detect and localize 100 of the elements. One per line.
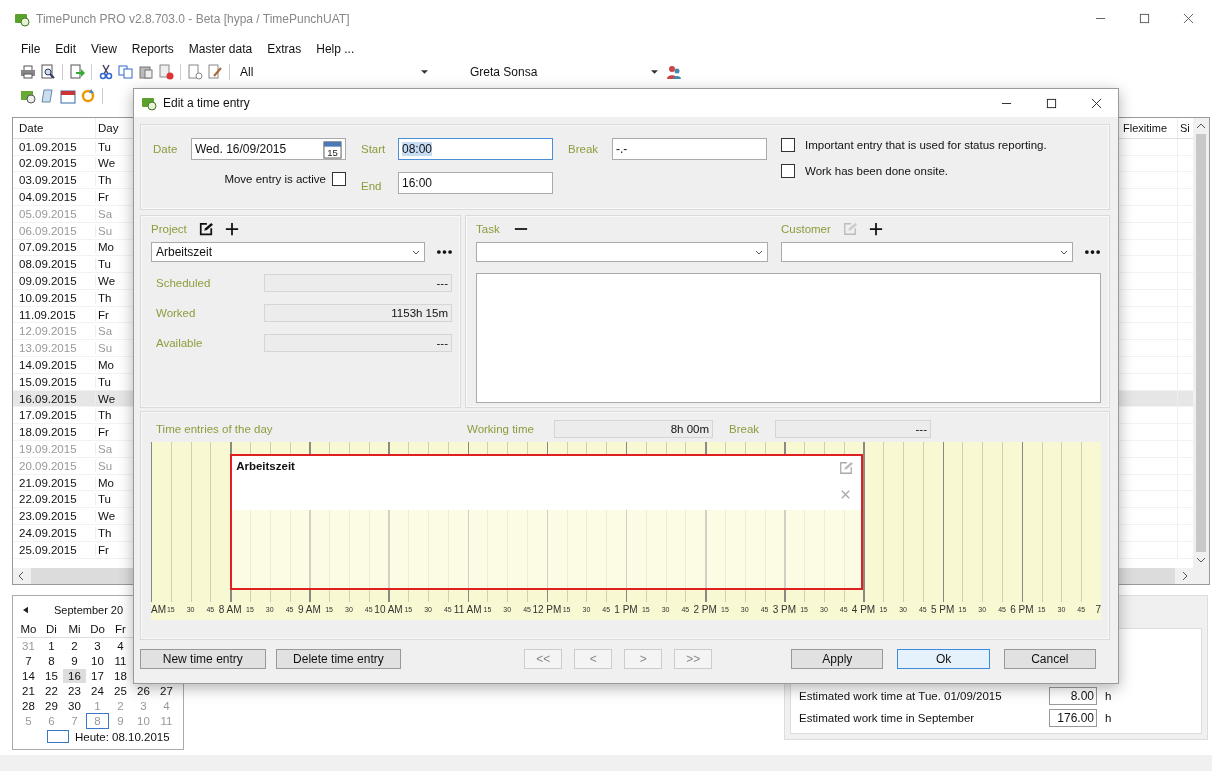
calendar-day[interactable]: 8: [40, 653, 63, 668]
calendar-day[interactable]: 3: [86, 638, 109, 653]
menu-item[interactable]: Extras: [267, 41, 302, 56]
printer-icon[interactable]: [20, 63, 36, 80]
start-time-field[interactable]: 08:00: [398, 138, 553, 160]
edit-icon[interactable]: [198, 222, 213, 236]
column-header[interactable]: Date: [13, 117, 95, 138]
end-time-field[interactable]: 16:00: [398, 172, 553, 194]
notes-field[interactable]: [476, 273, 1101, 403]
calendar-day[interactable]: 10: [86, 653, 109, 668]
today-link[interactable]: Heute: 08.10.2015: [75, 730, 170, 743]
calendar-day[interactable]: 2: [63, 638, 86, 653]
app-icon: [141, 95, 157, 111]
calendar-day[interactable]: 30: [63, 698, 86, 713]
close-icon[interactable]: [1091, 97, 1102, 109]
calendar-day[interactable]: 16: [63, 668, 86, 683]
close-icon[interactable]: [1183, 13, 1194, 25]
table-cell-text: 14.09.2015: [18, 358, 78, 371]
people-icon[interactable]: [666, 63, 682, 80]
dropdown-arrow-icon[interactable]: [421, 69, 428, 74]
break-field[interactable]: -.-: [612, 138, 767, 160]
calendar-day[interactable]: 24: [86, 683, 109, 698]
calendar-day[interactable]: 25: [109, 683, 132, 698]
refresh-icon[interactable]: [80, 87, 96, 104]
cut-icon[interactable]: [98, 63, 114, 80]
chevron-down-icon[interactable]: [1060, 249, 1068, 255]
menu-item[interactable]: Reports: [131, 41, 174, 56]
action-button[interactable]: New time entry: [140, 649, 266, 669]
dropdown-arrow-icon[interactable]: [651, 69, 658, 74]
export-icon[interactable]: [69, 63, 85, 80]
menu-item[interactable]: Master data: [188, 41, 253, 56]
today-marker-icon: [47, 730, 69, 744]
paste-icon[interactable]: [138, 63, 154, 80]
print-preview-icon[interactable]: [40, 63, 56, 80]
table-cell-text: 10.09.2015: [18, 291, 78, 304]
more-icon[interactable]: [1085, 250, 1100, 254]
calendar-day[interactable]: 11: [109, 653, 132, 668]
weekday-label: Di: [45, 623, 58, 636]
calendar-day[interactable]: 14: [17, 668, 40, 683]
calendar-day[interactable]: 21: [17, 683, 40, 698]
axis-label: AM: [151, 604, 166, 615]
calendar-day[interactable]: 15: [40, 668, 63, 683]
calendar-day[interactable]: 18: [109, 668, 132, 683]
document-icon[interactable]: [187, 63, 203, 80]
note-icon[interactable]: [40, 87, 56, 104]
scroll-left-icon[interactable]: [17, 572, 25, 581]
calendar-day[interactable]: 7: [17, 653, 40, 668]
checkbox[interactable]: [332, 172, 346, 186]
action-button[interactable]: Delete time entry: [275, 649, 402, 669]
weekday-label: Fr: [114, 623, 127, 636]
calendar-day[interactable]: 29: [40, 698, 63, 713]
menu-item[interactable]: Edit: [55, 41, 77, 56]
filter-dropdown[interactable]: All: [236, 62, 432, 81]
calendar-day[interactable]: 4: [109, 638, 132, 653]
stat-field: ---: [264, 334, 452, 352]
menu-item[interactable]: File: [21, 41, 41, 56]
maximize-icon[interactable]: [1046, 97, 1057, 109]
calendar-icon[interactable]: [60, 87, 76, 104]
plus-icon[interactable]: [224, 222, 239, 236]
stat-field: ---: [264, 274, 452, 292]
calendar-day[interactable]: 22: [40, 683, 63, 698]
more-icon[interactable]: [437, 250, 452, 254]
calendar-day[interactable]: 27: [155, 683, 178, 698]
table-cell-text: 22.09.2015: [18, 493, 78, 506]
estimate-field[interactable]: 176.00: [1049, 709, 1097, 728]
employee-dropdown[interactable]: Greta Sonsa: [466, 62, 662, 81]
calendar-day[interactable]: 17: [86, 668, 109, 683]
plus-icon[interactable]: [868, 222, 883, 236]
scroll-down-icon[interactable]: [1197, 556, 1205, 565]
estimate-field[interactable]: 8.00: [1049, 687, 1097, 706]
edit-document-icon[interactable]: [207, 63, 223, 80]
menu-item[interactable]: View: [91, 41, 117, 56]
calendar-day[interactable]: 23: [63, 683, 86, 698]
calendar-icon[interactable]: 15: [323, 139, 342, 159]
vertical-scrollbar[interactable]: [1193, 117, 1209, 585]
chevron-down-icon[interactable]: [412, 249, 421, 255]
date-field[interactable]: Wed. 16/09/2015 15: [191, 138, 346, 160]
dialog-button[interactable]: Ok: [897, 649, 990, 669]
dialog-button[interactable]: Cancel: [1003, 649, 1096, 669]
calendar-day[interactable]: 9: [63, 653, 86, 668]
calendar-day[interactable]: 28: [17, 698, 40, 713]
project-dropdown[interactable]: Arbeitszeit: [151, 242, 426, 262]
table-cell-text: 11.09.2015: [18, 308, 77, 321]
table-cell-text: 09.09.2015: [18, 275, 78, 287]
axis-label: 3 PM: [772, 604, 796, 615]
checkbox[interactable]: [781, 164, 795, 178]
chevron-down-icon[interactable]: [755, 249, 763, 255]
menu-item[interactable]: Help ...: [316, 41, 355, 56]
previous-month-icon[interactable]: [23, 606, 28, 615]
scroll-up-icon[interactable]: [1197, 121, 1205, 130]
field-label: Start: [361, 143, 387, 155]
delete-document-icon[interactable]: [158, 63, 174, 80]
calendar-day[interactable]: 26: [132, 683, 155, 698]
calendar-day[interactable]: 1: [40, 638, 63, 653]
scroll-right-icon[interactable]: [1181, 572, 1189, 581]
table-cell-text: 05.09.2015: [18, 207, 78, 220]
checkbox[interactable]: [781, 138, 795, 152]
table-cell-text: 18.09.2015: [18, 426, 78, 439]
maximize-icon[interactable]: [1139, 13, 1150, 25]
dialog-button[interactable]: Apply: [791, 649, 884, 669]
